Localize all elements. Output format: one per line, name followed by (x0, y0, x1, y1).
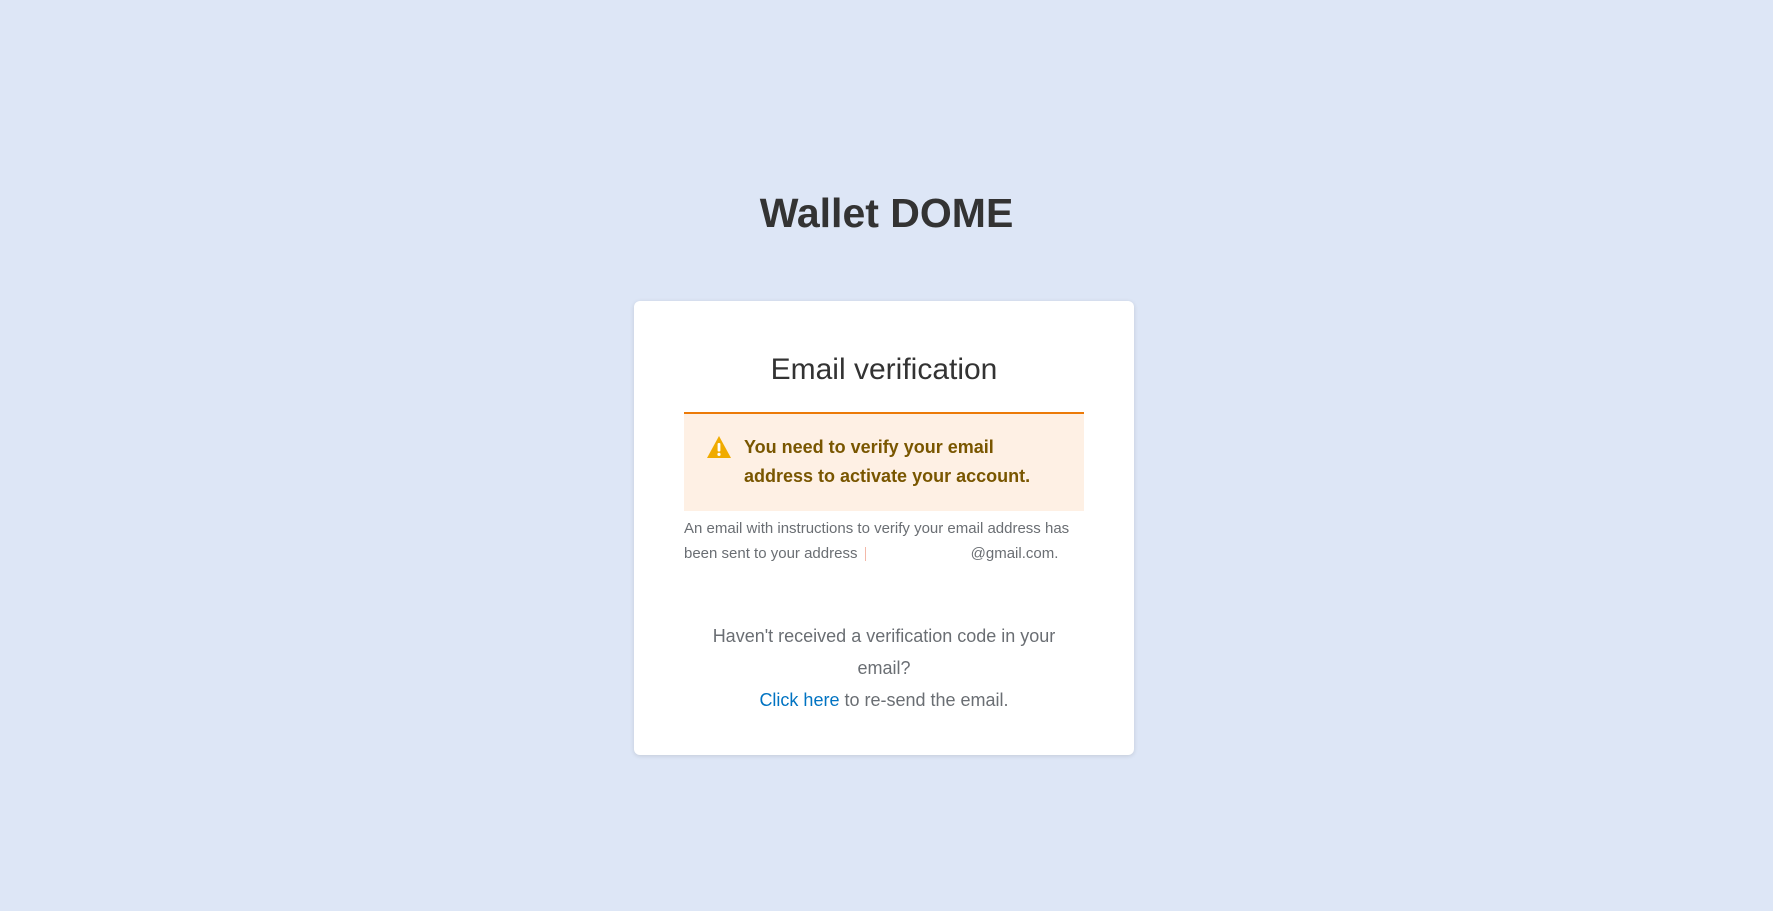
info-text: An email with instructions to verify you… (684, 516, 1084, 566)
alert-message: You need to verify your email address to… (744, 437, 1031, 486)
verification-card: Email verification You need to verify yo… (634, 301, 1134, 755)
brand-title: Wallet DOME (759, 190, 1014, 236)
resend-section: Haven't received a verification code in … (684, 620, 1084, 716)
masked-email (864, 547, 971, 562)
card-title: Email verification (770, 353, 998, 386)
email-suffix: @gmail.com. (970, 545, 1059, 562)
warning-alert: You need to verify your email address to… (684, 412, 1084, 511)
resend-link-suffix: to re-send the email. (839, 690, 1009, 710)
resend-link[interactable]: Click here (759, 690, 839, 710)
warning-triangle-icon (706, 435, 732, 459)
login-page: Wallet DOME Email verification You need … (0, 0, 1773, 911)
resend-question: Haven't received a verification code in … (712, 626, 1056, 678)
